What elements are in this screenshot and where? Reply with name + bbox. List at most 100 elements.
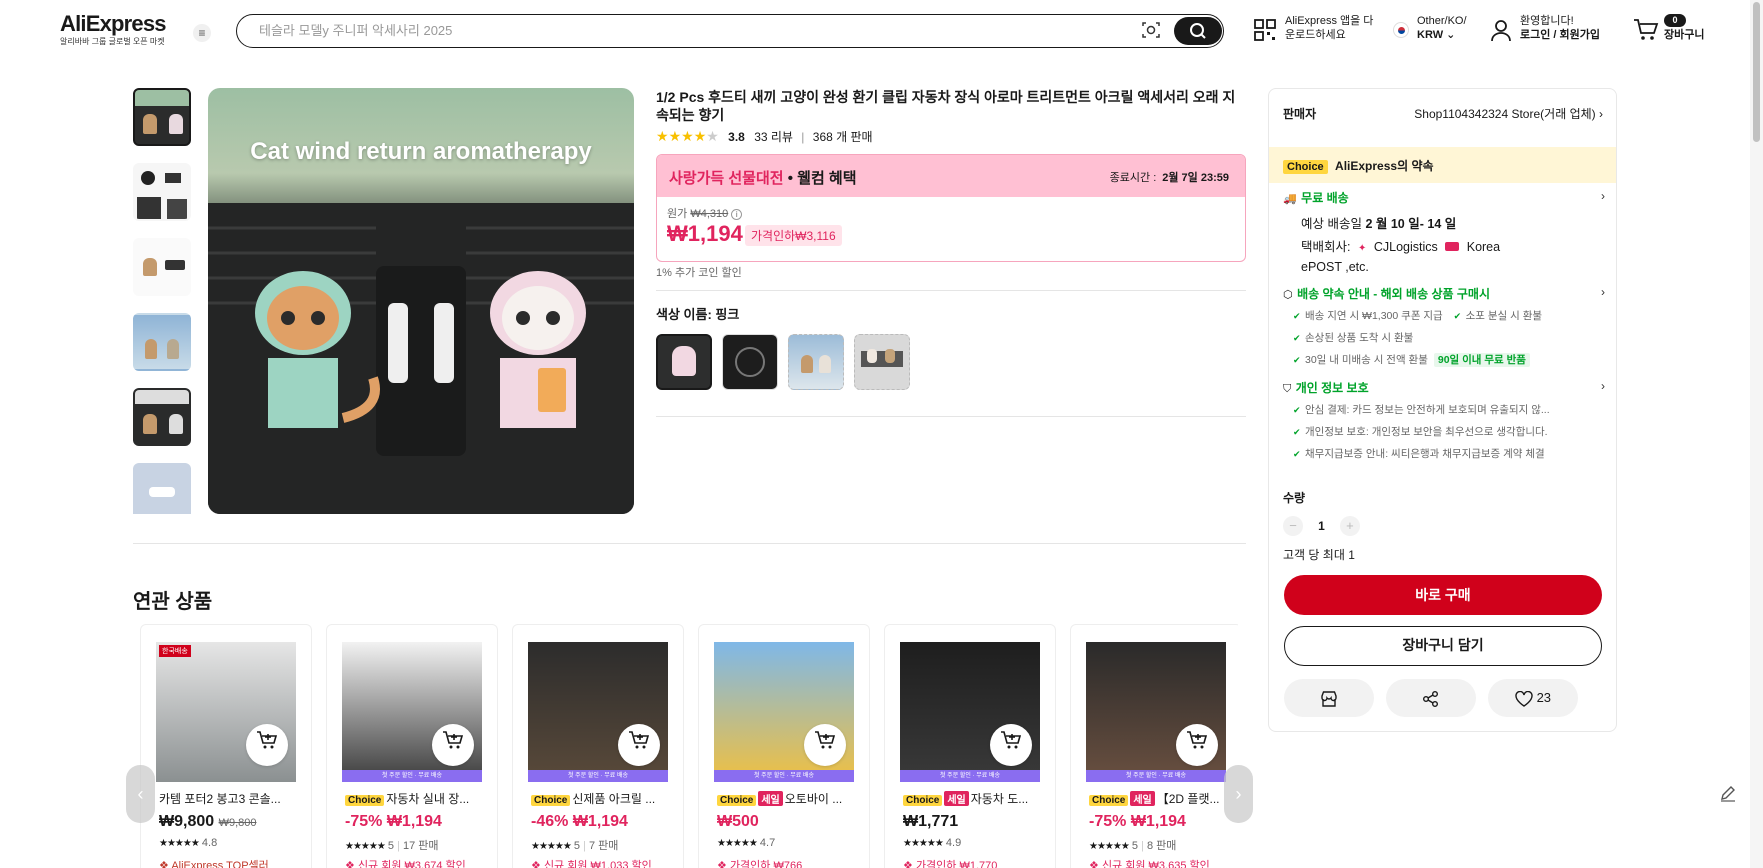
wishlist-button[interactable]: 23 bbox=[1488, 679, 1578, 717]
camera-search-icon[interactable] bbox=[1140, 20, 1162, 42]
category-menu-icon[interactable]: ≡ bbox=[193, 24, 211, 42]
card-title[interactable]: 카템 포터2 봉고3 콘솔... bbox=[159, 790, 299, 807]
product-title: 1/2 Pcs 후드티 새끼 고양이 완성 환기 클립 자동차 장식 아로마 트… bbox=[656, 89, 1236, 123]
related-product-card[interactable]: 첫 주문 할인 · 무료 배송 Choice 세일 오토바이 ... ₩500 ★★… bbox=[698, 624, 870, 868]
card-price: -46% ₩1,194 bbox=[531, 813, 628, 831]
swatch-set[interactable] bbox=[788, 334, 844, 390]
flame-icon: ❖ bbox=[159, 860, 169, 868]
info-icon[interactable]: i bbox=[731, 209, 743, 220]
share-button[interactable] bbox=[1386, 679, 1476, 717]
quantity-increase-button[interactable]: + bbox=[1339, 516, 1360, 536]
related-product-card[interactable]: 한국배송 카템 포터2 봉고3 콘솔... ₩9,800 ₩9,800 ★★★★… bbox=[140, 624, 312, 868]
carrier-label: 택배회사: bbox=[1301, 240, 1351, 254]
thumbnail-2[interactable] bbox=[133, 163, 191, 221]
flame-icon: ❖ bbox=[903, 860, 913, 868]
qr-code-icon bbox=[1254, 19, 1276, 41]
related-product-card[interactable]: 첫 주문 할인 · 무료 배송 Choice 세일 자동차 도... ₩1,771 … bbox=[884, 624, 1056, 868]
related-product-card[interactable]: 첫 주문 할인 · 무료 배송 Choice 신제품 아크릴 ... -46% ₩… bbox=[512, 624, 684, 868]
related-product-card[interactable]: 첫 주문 할인 · 무료 배송 Choice 세일 【2D 플랫... -75% ₩… bbox=[1070, 624, 1238, 868]
scrollbar-thumb[interactable] bbox=[1753, 2, 1760, 142]
card-rating: ★★★★★ 4.7 bbox=[717, 837, 775, 849]
card-image[interactable]: 첫 주문 할인 · 무료 배송 bbox=[342, 642, 482, 782]
choice-promise: AliExpress의 약속 bbox=[1335, 159, 1434, 173]
search-input[interactable] bbox=[259, 15, 1119, 46]
add-to-cart-icon[interactable] bbox=[1176, 724, 1218, 766]
quantity-value[interactable]: 1 bbox=[1307, 519, 1335, 533]
card-promo: ❖ 가격인하 ₩1,770 bbox=[903, 857, 997, 868]
add-to-cart-icon[interactable] bbox=[432, 724, 474, 766]
thumbnail-4[interactable] bbox=[133, 313, 191, 371]
shield-icon: ⬡ bbox=[1283, 289, 1293, 301]
aliexpress-logo[interactable]: AliExpress 알리바바 그룹 글로벌 오픈 마켓 bbox=[60, 11, 167, 47]
color-swatches bbox=[656, 334, 910, 390]
card-title-text: 자동차 도... bbox=[970, 792, 1029, 806]
card-image[interactable]: 첫 주문 할인 · 무료 배송 bbox=[528, 642, 668, 782]
seller-row[interactable]: 판매자 Shop1104342324 Store(거래 업체) › bbox=[1283, 105, 1603, 122]
logo-text: AliExpress bbox=[60, 11, 167, 36]
delivery-guarantee-section[interactable]: ⬡ 배송 약속 안내 - 해외 배송 상품 구매시 › 배송 지연 시 ₩1,3… bbox=[1283, 285, 1605, 371]
card-rating: ★★★★★ 4.8 bbox=[159, 837, 217, 849]
related-product-card[interactable]: 첫 주문 할인 · 무료 배송 Choice 자동차 실내 장... -75% ₩… bbox=[326, 624, 498, 868]
locale-selector[interactable]: Other/KO/ KRW ⌄ bbox=[1393, 14, 1467, 42]
add-to-cart-icon[interactable] bbox=[246, 724, 288, 766]
promo-welcome-label: • 웰컴 혜택 bbox=[783, 170, 857, 187]
carousel-next-button[interactable]: › bbox=[1224, 765, 1253, 823]
search-button[interactable] bbox=[1174, 17, 1222, 45]
card-discount: -46% bbox=[531, 813, 569, 830]
epost-logo-icon bbox=[1445, 242, 1460, 251]
add-to-cart-icon[interactable] bbox=[804, 724, 846, 766]
card-title[interactable]: Choice 신제품 아크릴 ... bbox=[531, 790, 671, 807]
add-to-cart-button[interactable]: 장바구니 담기 bbox=[1284, 626, 1602, 666]
card-title-text: 신제품 아크릴 ... bbox=[572, 792, 656, 806]
review-count-link[interactable]: 33 리뷰 bbox=[754, 130, 793, 144]
guarantee-coupon: 배송 지연 시 ₩1,300 쿠폰 지급 bbox=[1305, 310, 1443, 322]
card-title-text: 오토바이 ... bbox=[784, 792, 843, 806]
thumbnail-5[interactable] bbox=[133, 388, 191, 446]
page-scrollbar[interactable] bbox=[1750, 0, 1763, 868]
card-title[interactable]: Choice 세일 오토바이 ... bbox=[717, 790, 857, 807]
thumbnail-3[interactable] bbox=[133, 238, 191, 296]
swatch-duo[interactable] bbox=[854, 334, 910, 390]
lock-shield-icon: ⛉ bbox=[1283, 383, 1292, 395]
card-price: ₩500 bbox=[717, 813, 759, 831]
add-to-cart-icon[interactable] bbox=[990, 724, 1032, 766]
card-title[interactable]: Choice 자동차 실내 장... bbox=[345, 790, 485, 807]
login-signup-link[interactable]: 로그인 / 회원가입 bbox=[1520, 28, 1600, 42]
wishlist-count: 23 bbox=[1536, 690, 1552, 705]
card-image[interactable]: 한국배송 bbox=[156, 642, 296, 782]
card-image[interactable]: 첫 주문 할인 · 무료 배송 bbox=[1086, 642, 1226, 782]
card-promo-strip: 첫 주문 할인 · 무료 배송 bbox=[342, 770, 482, 782]
main-product-image[interactable]: Cat wind return aromatherapy bbox=[208, 88, 634, 514]
card-rating: ★★★★★ 4.9 bbox=[903, 837, 961, 849]
thumbnail-1[interactable] bbox=[133, 88, 191, 146]
quantity-decrease-button[interactable]: − bbox=[1283, 516, 1303, 536]
card-image[interactable]: 첫 주문 할인 · 무료 배송 bbox=[900, 642, 1040, 782]
card-promo-text: 신규 회원 ₩3,674 할인 bbox=[357, 860, 466, 868]
thumbnail-6[interactable] bbox=[133, 463, 191, 514]
edit-icon[interactable] bbox=[1714, 784, 1742, 812]
original-price: ₩4,310 bbox=[690, 208, 729, 220]
card-stars: ★★★★★ bbox=[717, 838, 758, 849]
guarantee-title: 배송 약속 안내 - 해외 배송 상품 구매시 bbox=[1297, 287, 1490, 301]
card-title[interactable]: Choice 세일 【2D 플랫... bbox=[1089, 790, 1229, 807]
sale-badge: 세일 bbox=[1130, 791, 1155, 806]
store-button[interactable] bbox=[1284, 679, 1374, 717]
swatch-black[interactable] bbox=[722, 334, 778, 390]
sale-badge: 세일 bbox=[944, 791, 969, 806]
account-menu[interactable]: 환영합니다! 로그인 / 회원가입 bbox=[1490, 14, 1600, 42]
carousel-prev-button[interactable]: ‹ bbox=[126, 765, 155, 823]
shipping-section[interactable]: 🚚 무료 배송 › 예상 배송일 2 월 10 일- 14 일 택배회사: ✦ … bbox=[1283, 189, 1605, 276]
guarantee-lost-refund: 소포 분실 시 환불 bbox=[1465, 310, 1543, 322]
card-image[interactable]: 첫 주문 할인 · 무료 배송 bbox=[714, 642, 854, 782]
divider bbox=[656, 416, 1246, 417]
add-to-cart-icon[interactable] bbox=[618, 724, 660, 766]
rating-value: 3.8 bbox=[728, 130, 745, 144]
card-title[interactable]: Choice 세일 자동차 도... bbox=[903, 790, 1043, 807]
purchase-panel: 판매자 Shop1104342324 Store(거래 업체) › Choice… bbox=[1268, 88, 1617, 732]
buy-now-button[interactable]: 바로 구매 bbox=[1284, 575, 1602, 615]
choice-badge: Choice bbox=[531, 795, 571, 806]
flame-icon: ❖ bbox=[531, 860, 541, 868]
swatch-pink[interactable] bbox=[656, 334, 712, 390]
app-download[interactable]: AliExpress 앱을 다 운로드하세요 bbox=[1253, 14, 1373, 42]
privacy-section[interactable]: ⛉ 개인 정보 보호 › 안심 결제: 카드 정보는 안전하게 보호되며 유출되… bbox=[1283, 379, 1605, 465]
